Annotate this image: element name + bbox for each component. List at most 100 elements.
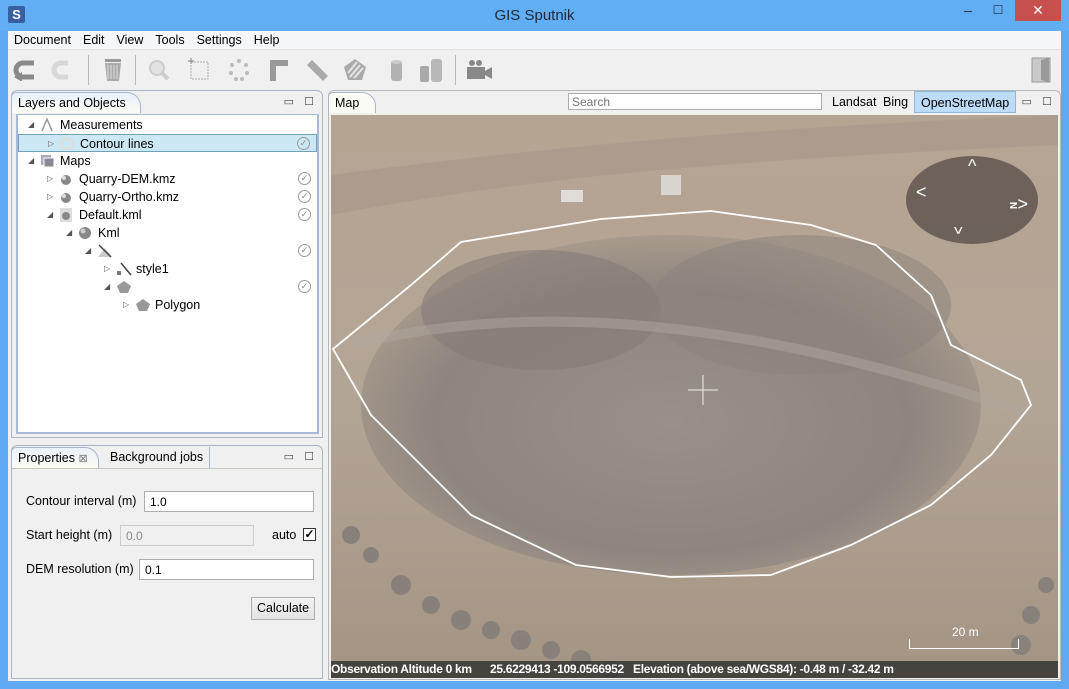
- tab-layers-and-objects[interactable]: Layers and Objects ⊠: [11, 92, 141, 130]
- panel-maximize-icon[interactable]: ☐: [304, 450, 314, 463]
- expand-arrow-icon[interactable]: ▷: [47, 170, 53, 188]
- tree-item[interactable]: ◢ Measurements: [18, 116, 317, 134]
- tree-item[interactable]: ◢ ✓: [18, 278, 317, 296]
- exit-door-icon[interactable]: [1028, 57, 1054, 83]
- auto-checkbox[interactable]: ✓: [303, 528, 316, 541]
- maximize-button[interactable]: ☐: [983, 0, 1013, 21]
- tree-item-label: Polygon: [155, 298, 201, 312]
- redo-icon[interactable]: [48, 57, 74, 83]
- multi-volume-icon[interactable]: [418, 57, 444, 83]
- contour-interval-input[interactable]: [144, 491, 314, 512]
- toolbar-separator: [455, 55, 456, 85]
- tree-item[interactable]: ◢ Default.kml ✓: [18, 206, 317, 224]
- menu-settings[interactable]: Settings: [191, 31, 248, 50]
- menu-help[interactable]: Help: [248, 31, 286, 50]
- contour-icon: [60, 137, 74, 151]
- tree-item[interactable]: ▷ Contour lines ✓: [18, 134, 317, 152]
- panel-minimize-icon[interactable]: ▭: [284, 450, 294, 463]
- sphere-icon: [78, 226, 92, 240]
- cursor-coordinates: 25.6229413 -109.0566952: [489, 662, 624, 676]
- tab-background-jobs[interactable]: Background jobs: [104, 447, 211, 468]
- properties-panel: Properties ⊠ Background jobs ▭ ☐ Contour…: [11, 445, 323, 679]
- start-height-label: Start height (m): [26, 528, 113, 542]
- menu-document[interactable]: Document: [8, 31, 77, 50]
- ruler-icon[interactable]: [304, 57, 330, 83]
- menu-bar: Document Edit View Tools Settings Help: [8, 31, 1061, 50]
- camera-icon[interactable]: [464, 57, 496, 83]
- app-client: Document Edit View Tools Settings Help Layers…: [8, 31, 1061, 681]
- angle-measure-icon[interactable]: [266, 57, 292, 83]
- menu-tools[interactable]: Tools: [149, 31, 190, 50]
- pan-down-icon[interactable]: ^: [954, 216, 962, 237]
- collapse-arrow-icon[interactable]: ◢: [28, 152, 34, 170]
- panel-minimize-icon[interactable]: ▭: [284, 95, 294, 108]
- tab-close-icon[interactable]: ⊠: [78, 453, 87, 465]
- layer-openstreetmap-button[interactable]: OpenStreetMap: [914, 91, 1017, 113]
- menu-edit[interactable]: Edit: [77, 31, 111, 50]
- collapse-arrow-icon[interactable]: ◢: [66, 224, 72, 242]
- delete-icon[interactable]: [100, 57, 126, 83]
- rectangle-select-icon[interactable]: [186, 57, 212, 83]
- contour-interval-label: Contour interval (m): [26, 494, 137, 508]
- measure-icon: [40, 117, 54, 132]
- expand-arrow-icon[interactable]: ▷: [47, 188, 53, 206]
- layer-bing-button[interactable]: Bing: [877, 91, 914, 113]
- pan-up-icon[interactable]: ^: [968, 156, 976, 177]
- toolbar: [8, 51, 1061, 89]
- volume-icon[interactable]: [383, 57, 409, 83]
- style-folder-icon: [97, 244, 112, 258]
- tree-item[interactable]: ◢ Maps: [18, 152, 317, 170]
- panel-maximize-icon[interactable]: ☐: [1042, 95, 1052, 108]
- minimize-button[interactable]: –: [953, 0, 983, 21]
- tree-item[interactable]: ▷ style1: [18, 260, 317, 278]
- menu-view[interactable]: View: [111, 31, 150, 50]
- zoom-icon[interactable]: [146, 57, 172, 83]
- tree-item[interactable]: ◢ ✓: [18, 242, 317, 260]
- visibility-check-icon[interactable]: ✓: [298, 244, 311, 257]
- circle-select-icon[interactable]: [226, 57, 252, 83]
- collapse-arrow-icon[interactable]: ◢: [85, 242, 91, 260]
- elevation-readout: Elevation (above sea/WGS84): -0.48 m / -…: [633, 662, 894, 676]
- collapse-arrow-icon[interactable]: ◢: [104, 278, 110, 296]
- tree-item[interactable]: ▷ Quarry-Ortho.kmz ✓: [18, 188, 317, 206]
- map-view[interactable]: ^ < > N ^ 20 m Observation Altitude 0 km…: [331, 115, 1058, 678]
- visibility-check-icon[interactable]: ✓: [297, 137, 310, 150]
- undo-icon[interactable]: [12, 57, 38, 83]
- tree-item-label: Quarry-Ortho.kmz: [79, 190, 180, 204]
- tree-item-label: Quarry-DEM.kmz: [79, 172, 176, 186]
- tab-properties[interactable]: Properties ⊠: [11, 447, 99, 468]
- map-search-input[interactable]: [568, 93, 822, 110]
- tree-item-label: Kml: [98, 226, 120, 240]
- tree-item-label: Contour lines: [80, 137, 154, 151]
- collapse-arrow-icon[interactable]: ◢: [47, 206, 53, 224]
- visibility-check-icon[interactable]: ✓: [298, 190, 311, 203]
- polygon-area-icon[interactable]: [342, 57, 368, 83]
- title-bar: S GIS Sputnik – ☐ ✕: [0, 0, 1069, 31]
- expand-arrow-icon[interactable]: ▷: [104, 260, 110, 278]
- layers-tree: ◢ Measurements ▷ Contour lines ✓ ◢ Maps ▷ Quarry…: [16, 114, 319, 434]
- tree-item[interactable]: ▷ Polygon: [18, 296, 317, 314]
- layer-landsat-button[interactable]: Landsat: [826, 91, 882, 113]
- collapse-arrow-icon[interactable]: ◢: [28, 116, 34, 134]
- dem-resolution-input[interactable]: [139, 559, 314, 580]
- tree-item[interactable]: ▷ Quarry-DEM.kmz ✓: [18, 170, 317, 188]
- kml-file-icon: [59, 208, 73, 222]
- panel-maximize-icon[interactable]: ☐: [304, 95, 314, 108]
- calculate-button[interactable]: Calculate: [251, 597, 316, 620]
- expand-arrow-icon[interactable]: ▷: [48, 135, 54, 153]
- expand-arrow-icon[interactable]: ▷: [123, 296, 129, 314]
- close-button[interactable]: ✕: [1015, 0, 1061, 21]
- start-height-input[interactable]: [120, 525, 254, 546]
- auto-label: auto: [272, 528, 297, 542]
- visibility-check-icon[interactable]: ✓: [298, 172, 311, 185]
- layers-panel: Layers and Objects ⊠ ▭ ☐ ◢ Measurements ▷ C…: [11, 90, 323, 438]
- visibility-check-icon[interactable]: ✓: [298, 280, 311, 293]
- pan-left-icon[interactable]: <: [916, 182, 927, 203]
- scale-bar: 20 m: [909, 625, 1019, 649]
- visibility-check-icon[interactable]: ✓: [298, 208, 311, 221]
- tree-item[interactable]: ◢ Kml: [18, 224, 317, 242]
- pan-right-icon[interactable]: >: [1017, 194, 1028, 215]
- navigation-compass[interactable]: ^ < > N ^: [906, 156, 1038, 244]
- tab-map[interactable]: Map: [328, 92, 376, 113]
- panel-minimize-icon[interactable]: ▭: [1022, 95, 1032, 108]
